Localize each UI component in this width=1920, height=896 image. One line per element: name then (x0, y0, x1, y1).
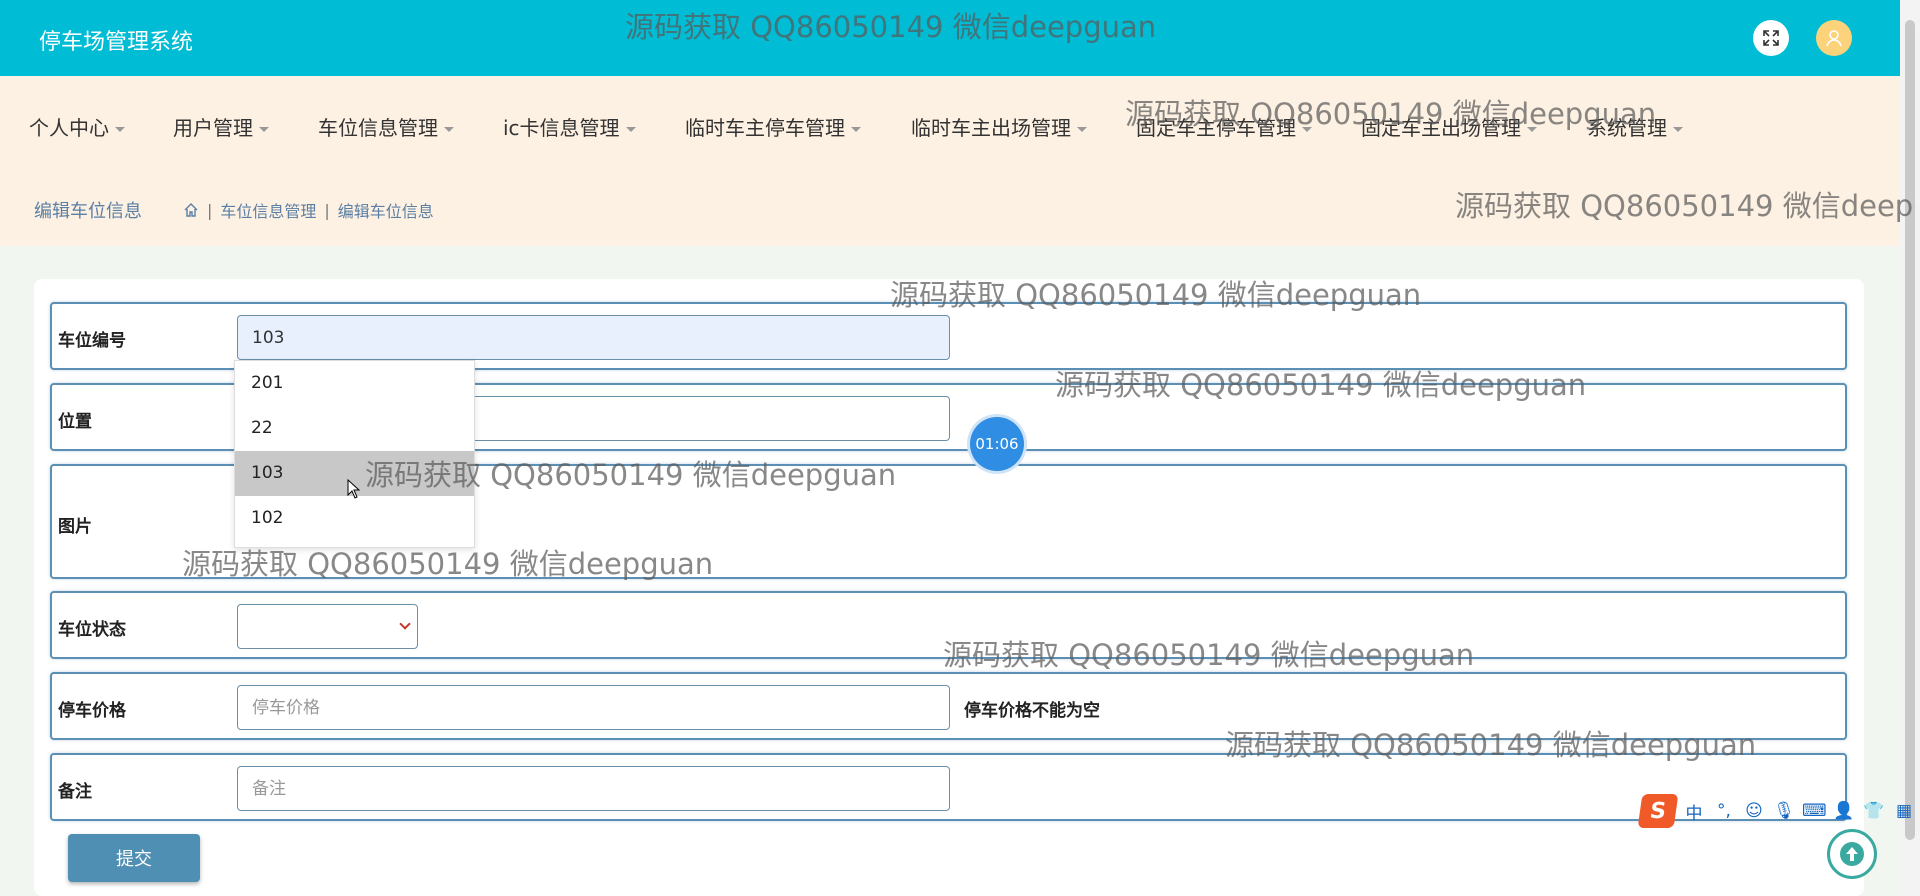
arrow-up-icon (1840, 842, 1864, 866)
breadcrumb-separator: | (207, 200, 213, 220)
image-label: 图片 (58, 517, 92, 537)
fullscreen-button[interactable] (1753, 20, 1789, 56)
caret-down-icon (115, 127, 125, 132)
breadcrumb-bar: 编辑车位信息 | 车位信息管理 | 编辑车位信息 (0, 174, 1900, 246)
microphone-icon[interactable]: 🎙 (1772, 801, 1796, 821)
scrollbar-thumb[interactable] (1905, 20, 1915, 840)
form-row-remark: 备注 (50, 753, 1847, 821)
caret-down-icon (1673, 127, 1683, 132)
form-row-status: 车位状态 (50, 591, 1847, 659)
ime-toolbar: S 中 °, ☺ 🎙 ⌨ 👤 👕 ▦ (1637, 794, 1916, 828)
user-icon[interactable]: 👤 (1832, 801, 1856, 821)
nav-item-system[interactable]: 系统管理 (1587, 112, 1683, 141)
app-title: 停车场管理系统 (39, 30, 194, 55)
status-select[interactable] (237, 604, 418, 649)
user-avatar-button[interactable] (1816, 20, 1852, 56)
chevron-down-icon (399, 618, 411, 630)
nav-item-temp-exit[interactable]: 临时车主出场管理 (911, 112, 1087, 141)
fullscreen-icon (1763, 30, 1779, 46)
price-input[interactable] (237, 685, 950, 730)
remark-label: 备注 (58, 782, 92, 802)
keyboard-icon[interactable]: ⌨ (1802, 801, 1827, 821)
vertical-scrollbar[interactable] (1900, 0, 1920, 896)
status-label: 车位状态 (58, 620, 126, 640)
user-icon (1826, 30, 1842, 47)
grid-icon[interactable]: ▦ (1892, 801, 1916, 821)
back-to-top-button[interactable] (1827, 829, 1877, 879)
nav-item-fixed-exit[interactable]: 固定车主出场管理 (1361, 112, 1537, 141)
breadcrumb-separator: | (324, 200, 330, 220)
dropdown-option[interactable]: 201 (235, 361, 474, 406)
parking-no-label: 车位编号 (58, 331, 126, 351)
home-icon[interactable] (183, 202, 199, 218)
breadcrumb-item[interactable]: 车位信息管理 (220, 198, 316, 222)
caret-down-icon (1077, 127, 1087, 132)
autocomplete-dropdown: 201 22 103 102 (234, 360, 475, 548)
page-title: 编辑车位信息 (34, 201, 142, 222)
submit-button[interactable]: 提交 (68, 834, 200, 882)
caret-down-icon (851, 127, 861, 132)
breadcrumb: | 车位信息管理 | 编辑车位信息 (183, 198, 434, 222)
sogou-ime-logo[interactable]: S (1637, 794, 1679, 828)
emoji-icon[interactable]: ☺ (1742, 801, 1766, 821)
caret-down-icon (259, 127, 269, 132)
caret-down-icon (625, 127, 636, 132)
nav-item-fixed-parking[interactable]: 固定车主停车管理 (1136, 112, 1312, 141)
nav-item-personal-center[interactable]: 个人中心 (29, 112, 125, 141)
ime-punctuation[interactable]: °, (1712, 801, 1736, 821)
breadcrumb-item: 编辑车位信息 (337, 202, 434, 221)
caret-down-icon (1302, 127, 1312, 132)
dropdown-option[interactable]: 22 (235, 406, 474, 451)
nav-item-parking-info[interactable]: 车位信息管理 (318, 112, 454, 141)
ime-mode[interactable]: 中 (1682, 799, 1706, 824)
parking-no-input[interactable] (237, 315, 950, 360)
nav-item-user-management[interactable]: 用户管理 (173, 112, 269, 141)
location-label: 位置 (58, 412, 92, 432)
nav-item-ic-card[interactable]: ic卡信息管理 (503, 112, 636, 141)
price-error-text: 停车价格不能为空 (964, 701, 1100, 721)
price-label: 停车价格 (58, 701, 126, 721)
remark-input[interactable] (237, 766, 950, 811)
shirt-icon[interactable]: 👕 (1862, 801, 1886, 821)
nav-item-temp-parking[interactable]: 临时车主停车管理 (685, 112, 861, 141)
caret-down-icon (444, 127, 454, 132)
form-row-price: 停车价格 停车价格不能为空 (50, 672, 1847, 740)
recording-timer: 01:06 (970, 417, 1024, 471)
top-header: 停车场管理系统 (0, 0, 1900, 76)
mouse-cursor-icon (347, 479, 361, 499)
caret-down-icon (1527, 127, 1537, 132)
dropdown-option[interactable]: 102 (235, 496, 474, 541)
main-nav: 个人中心 用户管理 车位信息管理 ic卡信息管理 临时车主停车管理 临时车主出场… (0, 76, 1900, 174)
